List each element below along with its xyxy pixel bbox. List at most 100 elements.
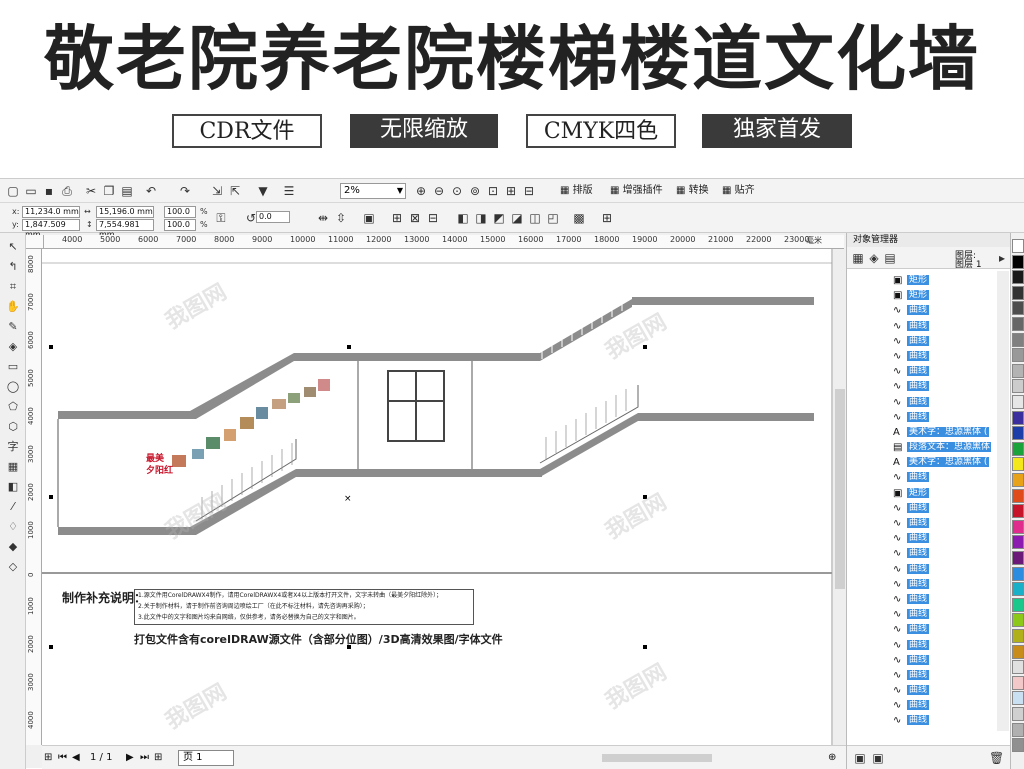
mirror-v-icon[interactable]: ⇳ — [334, 211, 348, 225]
next-page-icon[interactable]: ▶ — [126, 752, 134, 763]
object-list-item[interactable]: ∿ 曲线 — [891, 622, 991, 637]
simplify-icon[interactable]: ◪ — [510, 211, 524, 225]
zoom-selected-icon[interactable]: ⊙ — [450, 184, 464, 198]
plugin-button[interactable]: ▦ 增强插件 — [610, 183, 663, 199]
color-swatch[interactable] — [1012, 441, 1024, 456]
add-page-icon[interactable]: ⊞ — [44, 752, 52, 763]
ruler-origin[interactable] — [26, 235, 44, 249]
boundary-icon[interactable]: ▩ — [572, 211, 586, 225]
color-swatch[interactable] — [1012, 582, 1024, 597]
first-page-icon[interactable]: ⏮ — [58, 752, 67, 763]
mirror-h-icon[interactable]: ⇹ — [316, 211, 330, 225]
color-swatch[interactable] — [1012, 535, 1024, 550]
zoom-page-icon[interactable]: ⊡ — [486, 184, 500, 198]
show-properties-icon[interactable]: ▦ — [851, 251, 865, 265]
color-swatch[interactable] — [1012, 473, 1024, 487]
vertical-scrollbar[interactable] — [832, 249, 846, 745]
color-swatch[interactable] — [1012, 285, 1024, 300]
redo-icon[interactable]: ↷ — [178, 184, 192, 198]
ellipse-tool-icon[interactable]: ◯ — [5, 379, 21, 395]
front-minus-back-icon[interactable]: ◫ — [528, 211, 542, 225]
save-icon[interactable]: ▪ — [42, 184, 56, 198]
publish-pdf-icon[interactable]: ▼ — [256, 184, 270, 198]
rectangle-tool-icon[interactable]: ▭ — [5, 359, 21, 375]
object-list-item[interactable]: ∿ 曲线 — [891, 395, 991, 410]
object-list-item[interactable]: ∿ 曲线 — [891, 364, 991, 379]
y-position-field[interactable]: 1,847.509 mm — [22, 219, 80, 239]
page-tab[interactable]: 页 1 — [178, 750, 234, 766]
object-list-item[interactable]: ▣ 矩形 — [891, 273, 991, 288]
object-list-item[interactable]: ∿ 曲线 — [891, 410, 991, 425]
color-swatch[interactable] — [1012, 722, 1024, 737]
copy-icon[interactable]: ❐ — [102, 184, 116, 198]
color-swatch[interactable] — [1012, 270, 1024, 285]
object-list-item[interactable]: ▤ 段落文本：思源黑体 — [891, 440, 991, 455]
drawing-canvas[interactable]: 最美 夕阳红 × 制作补充说明： 1.源文件用CorelDRAWX4制作，请用C… — [42, 249, 832, 745]
weld-icon[interactable]: ◧ — [456, 211, 470, 225]
object-list-item[interactable]: ∿ 曲线 — [891, 516, 991, 531]
scale-x-field[interactable]: 100.0 — [164, 206, 196, 218]
export-icon[interactable]: ⇱ — [228, 184, 242, 198]
outline-pen-icon[interactable]: ♢ — [5, 519, 21, 535]
interactive-tool-icon[interactable]: ◧ — [5, 479, 21, 495]
object-list-item[interactable]: ∿ 曲线 — [891, 470, 991, 485]
new-master-layer-icon[interactable]: ▣ — [871, 751, 885, 765]
delete-icon[interactable]: 🗑 — [989, 751, 1004, 765]
object-list-item[interactable]: ∿ 曲线 — [891, 334, 991, 349]
object-list-item[interactable]: ∿ 曲线 — [891, 577, 991, 592]
color-swatch[interactable] — [1012, 504, 1024, 519]
smart-fill-icon[interactable]: ◈ — [5, 339, 21, 355]
add-page-end-icon[interactable]: ⊞ — [154, 752, 162, 763]
color-swatch[interactable] — [1012, 239, 1024, 253]
object-list-item[interactable]: ∿ 曲线 — [891, 379, 991, 394]
color-swatch[interactable] — [1012, 675, 1024, 690]
group-icon[interactable]: ▣ — [362, 211, 376, 225]
app-launcher-icon[interactable]: ☰ — [282, 184, 296, 198]
zoom-all-icon[interactable]: ⊚ — [468, 184, 482, 198]
color-swatch[interactable] — [1012, 317, 1024, 331]
object-list-item[interactable]: ∿ 曲线 — [891, 683, 991, 698]
object-list-item[interactable]: ∿ 曲线 — [891, 653, 991, 668]
rotation-field[interactable]: 0.0 — [256, 211, 290, 223]
color-swatch[interactable] — [1012, 395, 1024, 409]
intersect-icon[interactable]: ◩ — [492, 211, 506, 225]
zoom-nav-icon[interactable]: ⊕ — [828, 752, 836, 763]
eyedropper-icon[interactable]: ⁄ — [5, 499, 21, 515]
color-swatch[interactable] — [1012, 457, 1024, 472]
paste-icon[interactable]: ▤ — [120, 184, 134, 198]
zoom-height-icon[interactable]: ⊟ — [522, 184, 536, 198]
lock-ratio-icon[interactable]: ⚿ — [214, 211, 228, 225]
object-list-item[interactable]: ∿ 曲线 — [891, 319, 991, 334]
layer-manager-icon[interactable]: ▤ — [883, 251, 897, 265]
import-icon[interactable]: ⇲ — [210, 184, 224, 198]
object-list-item[interactable]: ∿ 曲线 — [891, 607, 991, 622]
table-tool-icon[interactable]: ▦ — [5, 459, 21, 475]
shape-tool-icon[interactable]: ↰ — [5, 259, 21, 275]
color-swatch[interactable] — [1012, 597, 1024, 612]
color-swatch[interactable] — [1012, 488, 1024, 503]
horizontal-scroll-thumb[interactable] — [602, 754, 712, 762]
color-swatch[interactable] — [1012, 519, 1024, 534]
new-layer-icon[interactable]: ▣ — [853, 751, 867, 765]
scroll-thumb[interactable] — [835, 389, 845, 589]
color-swatch[interactable] — [1012, 301, 1024, 316]
color-swatch[interactable] — [1012, 426, 1024, 441]
crop-tool-icon[interactable]: ⌗ — [5, 279, 21, 295]
new-document-icon[interactable]: ▢ — [6, 184, 20, 198]
break-apart-icon[interactable]: ⊠ — [408, 211, 422, 225]
object-list-item[interactable]: ∿ 曲线 — [891, 349, 991, 364]
color-swatch[interactable] — [1012, 566, 1024, 581]
zoom-in-icon[interactable]: ⊕ — [414, 184, 428, 198]
color-swatch[interactable] — [1012, 332, 1024, 347]
color-swatch[interactable] — [1012, 738, 1024, 753]
edit-across-layers-icon[interactable]: ◈ — [867, 251, 881, 265]
scale-y-field[interactable]: 100.0 — [164, 219, 196, 231]
object-list-item[interactable]: A 美术字：思源黑体 ( — [891, 425, 991, 440]
color-swatch[interactable] — [1012, 379, 1024, 394]
object-list-item[interactable]: ∿ 曲线 — [891, 303, 991, 318]
zoom-level-select[interactable]: 2% ▼ — [340, 183, 406, 199]
trim-icon[interactable]: ◨ — [474, 211, 488, 225]
color-swatch[interactable] — [1012, 348, 1024, 363]
convert-button[interactable]: ▦ 转换 — [676, 183, 709, 199]
width-field[interactable]: 15,196.0 mm — [96, 206, 154, 218]
